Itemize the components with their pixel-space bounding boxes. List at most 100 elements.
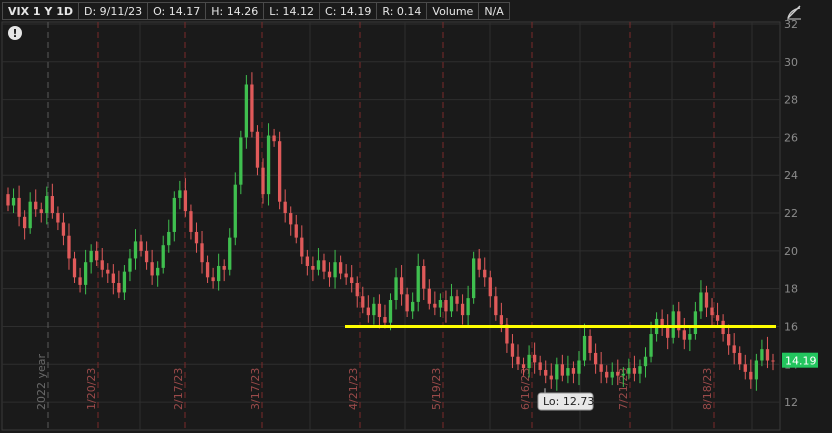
candle bbox=[688, 327, 692, 352]
candle bbox=[178, 180, 182, 210]
candle-body bbox=[161, 245, 165, 268]
candle bbox=[405, 287, 409, 318]
plot-frame bbox=[1, 21, 781, 431]
candle bbox=[83, 249, 88, 295]
candle-body bbox=[294, 224, 298, 238]
candle bbox=[560, 354, 564, 382]
candle bbox=[316, 248, 321, 276]
candle-body bbox=[205, 262, 210, 278]
candle-body bbox=[516, 356, 520, 365]
candle-body bbox=[167, 231, 171, 246]
candle-body bbox=[133, 241, 138, 259]
candle bbox=[472, 251, 476, 304]
candle-body bbox=[322, 260, 326, 272]
candle bbox=[255, 125, 260, 176]
candle-body bbox=[39, 209, 43, 214]
candle-body bbox=[250, 84, 254, 132]
candle bbox=[205, 255, 210, 283]
candle-body bbox=[427, 288, 431, 304]
candle-body bbox=[549, 375, 553, 380]
candle-body bbox=[333, 262, 337, 278]
candle-body bbox=[128, 258, 132, 272]
candle bbox=[610, 362, 614, 386]
expand-chart-icon[interactable] bbox=[786, 4, 802, 20]
candle-body bbox=[383, 317, 387, 323]
candle bbox=[427, 279, 431, 310]
candle-body bbox=[521, 364, 526, 369]
price-chart[interactable]: 2022 year 1/20/23 2/17/23 3/17/23 4/21/23 5/1… bbox=[0, 0, 832, 433]
y-tick-label: 22 bbox=[784, 207, 798, 220]
candle bbox=[632, 355, 637, 382]
candle bbox=[277, 131, 282, 210]
candle-body bbox=[338, 262, 343, 274]
candle-body bbox=[111, 273, 115, 283]
candle-body bbox=[89, 250, 93, 263]
date-marker-label: 5/19/23 bbox=[430, 368, 443, 410]
candle bbox=[289, 206, 293, 236]
high-value: H: 14.26 bbox=[206, 2, 265, 20]
range-value: R: 0.14 bbox=[377, 2, 428, 20]
candle-body bbox=[266, 135, 271, 195]
candle-body bbox=[277, 141, 282, 202]
candle-body bbox=[222, 265, 226, 270]
exclamation-circle-icon[interactable]: ! bbox=[8, 26, 22, 40]
candle bbox=[250, 72, 254, 138]
candle bbox=[144, 241, 149, 270]
candle-body bbox=[411, 301, 415, 312]
candle-body bbox=[289, 213, 293, 225]
candle-body bbox=[754, 360, 759, 380]
candle bbox=[765, 336, 770, 369]
candle bbox=[605, 365, 609, 384]
candle bbox=[172, 191, 176, 242]
candle-body bbox=[483, 269, 487, 278]
candle-body bbox=[544, 369, 548, 376]
candle bbox=[300, 225, 304, 265]
candle bbox=[488, 270, 492, 308]
candle bbox=[133, 229, 138, 270]
candle-body bbox=[610, 371, 614, 378]
candle bbox=[727, 324, 731, 355]
candle bbox=[599, 351, 603, 384]
date-marker-label: 4/21/23 bbox=[347, 368, 360, 410]
candle-body bbox=[621, 373, 625, 376]
candle bbox=[228, 228, 232, 276]
candle bbox=[538, 355, 542, 376]
candle-body bbox=[377, 303, 382, 318]
candle bbox=[532, 342, 537, 374]
candle-body bbox=[217, 265, 221, 282]
candle-body bbox=[17, 197, 21, 217]
date-marker-label: 6/16/23 bbox=[519, 368, 532, 410]
chart-panel[interactable]: 2022 year 1/20/23 2/17/23 3/17/23 4/21/23 5/1… bbox=[0, 0, 832, 433]
candle bbox=[477, 248, 481, 278]
candle-body bbox=[649, 334, 653, 357]
candle-body bbox=[422, 265, 426, 289]
candle-body bbox=[50, 196, 54, 214]
candle-body bbox=[34, 201, 38, 210]
candle bbox=[117, 270, 121, 299]
candle-body bbox=[571, 368, 576, 374]
candle-body bbox=[255, 131, 260, 168]
candle-body bbox=[666, 326, 670, 338]
candle bbox=[28, 192, 32, 234]
candle bbox=[122, 265, 127, 301]
candle bbox=[593, 343, 598, 374]
candle-body bbox=[632, 368, 637, 374]
candle-body bbox=[95, 250, 99, 261]
candle bbox=[466, 285, 470, 327]
candle-body bbox=[56, 213, 60, 223]
y-tick-label: 26 bbox=[784, 131, 798, 144]
candle bbox=[217, 253, 221, 291]
y-tick-label: 16 bbox=[784, 320, 798, 333]
candle-body bbox=[117, 282, 121, 293]
candle-body bbox=[28, 201, 32, 229]
candle bbox=[710, 298, 714, 327]
candle-body bbox=[643, 356, 648, 367]
date-marker-label: 3/17/23 bbox=[249, 368, 262, 410]
candle bbox=[311, 256, 315, 282]
candle bbox=[455, 289, 459, 312]
candle-body bbox=[6, 194, 10, 206]
candle bbox=[638, 359, 642, 384]
candle bbox=[566, 355, 570, 384]
symbol-label[interactable]: VIX 1 Y 1D bbox=[2, 2, 79, 20]
candle bbox=[333, 249, 337, 289]
